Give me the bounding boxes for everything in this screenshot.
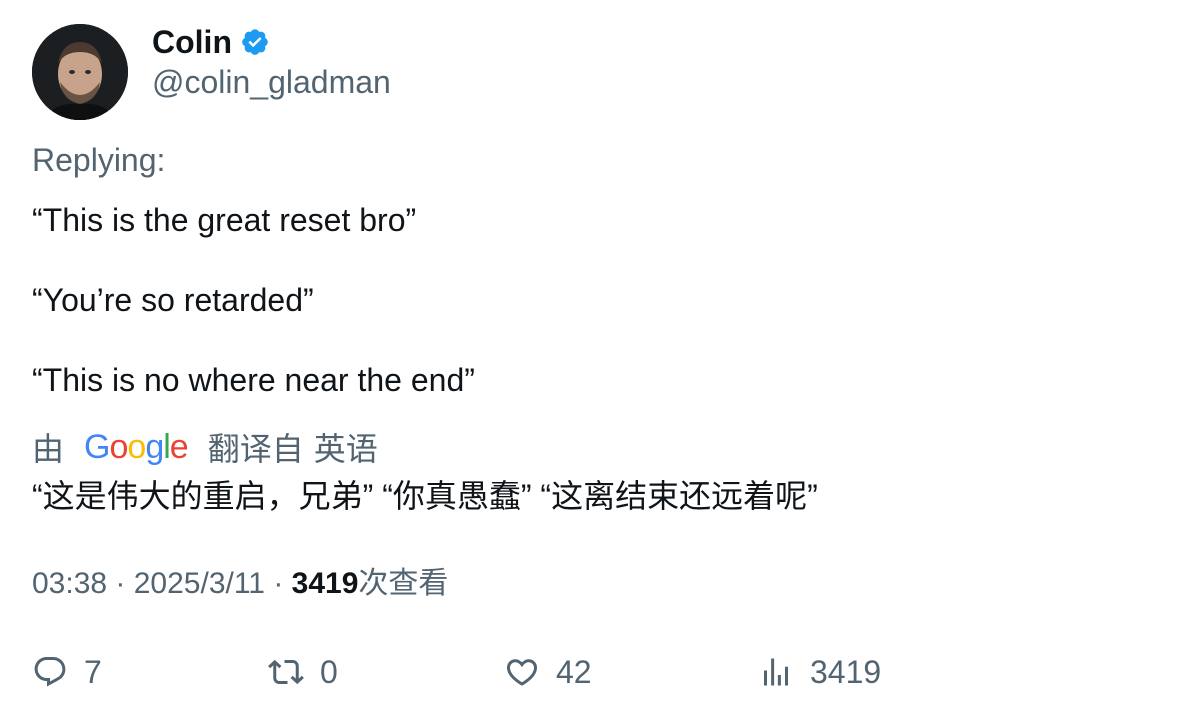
google-logo-letter: G bbox=[84, 427, 110, 466]
like-icon bbox=[506, 659, 538, 686]
reply-context: Replying: bbox=[32, 142, 166, 178]
translation-source-language: 英语 bbox=[313, 431, 378, 467]
tweet-body-line: “This is no where near the end” bbox=[32, 362, 475, 398]
reply-count: 7 bbox=[84, 653, 102, 690]
author-name-row: Colin bbox=[152, 22, 270, 62]
like-count: 42 bbox=[556, 653, 592, 690]
translation-prefix: 由 bbox=[32, 431, 65, 467]
tweet-body-line: “This is the great reset bro” bbox=[32, 202, 417, 238]
translation-attribution: 由 G o o g l e 翻译自 英语 bbox=[32, 427, 378, 468]
reply-icon bbox=[34, 657, 66, 687]
google-logo-letter: o bbox=[127, 427, 146, 466]
reply-button[interactable]: 7 bbox=[32, 650, 102, 694]
tweet-date[interactable]: 2025/3/11 bbox=[134, 567, 265, 600]
meta-separator: · bbox=[107, 567, 134, 600]
author-display-name[interactable]: Colin bbox=[152, 22, 232, 62]
verified-badge-icon bbox=[240, 27, 270, 57]
translated-text: “这是伟大的重启，兄弟” “你真愚蠢” “这离结束还远着呢” bbox=[32, 478, 818, 514]
retweet-button[interactable]: 0 bbox=[268, 650, 338, 694]
tweet-body-line: “You’re so retarded” bbox=[32, 282, 314, 318]
google-logo-letter: g bbox=[145, 427, 164, 466]
meta-separator: · bbox=[265, 567, 292, 600]
google-logo-letter: e bbox=[169, 427, 189, 466]
views-count: 3419 bbox=[291, 567, 359, 600]
action-bar: 7 0 42 3419 bbox=[32, 650, 1132, 694]
google-logo-icon: G o o g l e bbox=[84, 427, 189, 467]
analytics-button[interactable]: 3419 bbox=[758, 650, 881, 694]
translation-suffix: 翻译自 bbox=[207, 431, 304, 467]
like-button[interactable]: 42 bbox=[504, 650, 592, 694]
avatar[interactable] bbox=[32, 24, 128, 120]
tweet-time[interactable]: 03:38 bbox=[32, 567, 107, 600]
tweet-card: Colin @colin_gladman Replying: “This is … bbox=[0, 0, 1196, 718]
analytics-icon bbox=[764, 658, 788, 686]
analytics-count: 3419 bbox=[810, 653, 882, 690]
views-label: 次查看 bbox=[358, 567, 449, 600]
author-handle[interactable]: @colin_gladman bbox=[152, 62, 391, 102]
retweet-icon bbox=[268, 659, 304, 685]
avatar-image bbox=[32, 24, 128, 120]
google-logo-letter: o bbox=[109, 427, 128, 466]
tweet-meta: 03:38 · 2025/3/11 · 3419次查看 bbox=[32, 564, 448, 604]
retweet-count: 0 bbox=[320, 653, 338, 690]
